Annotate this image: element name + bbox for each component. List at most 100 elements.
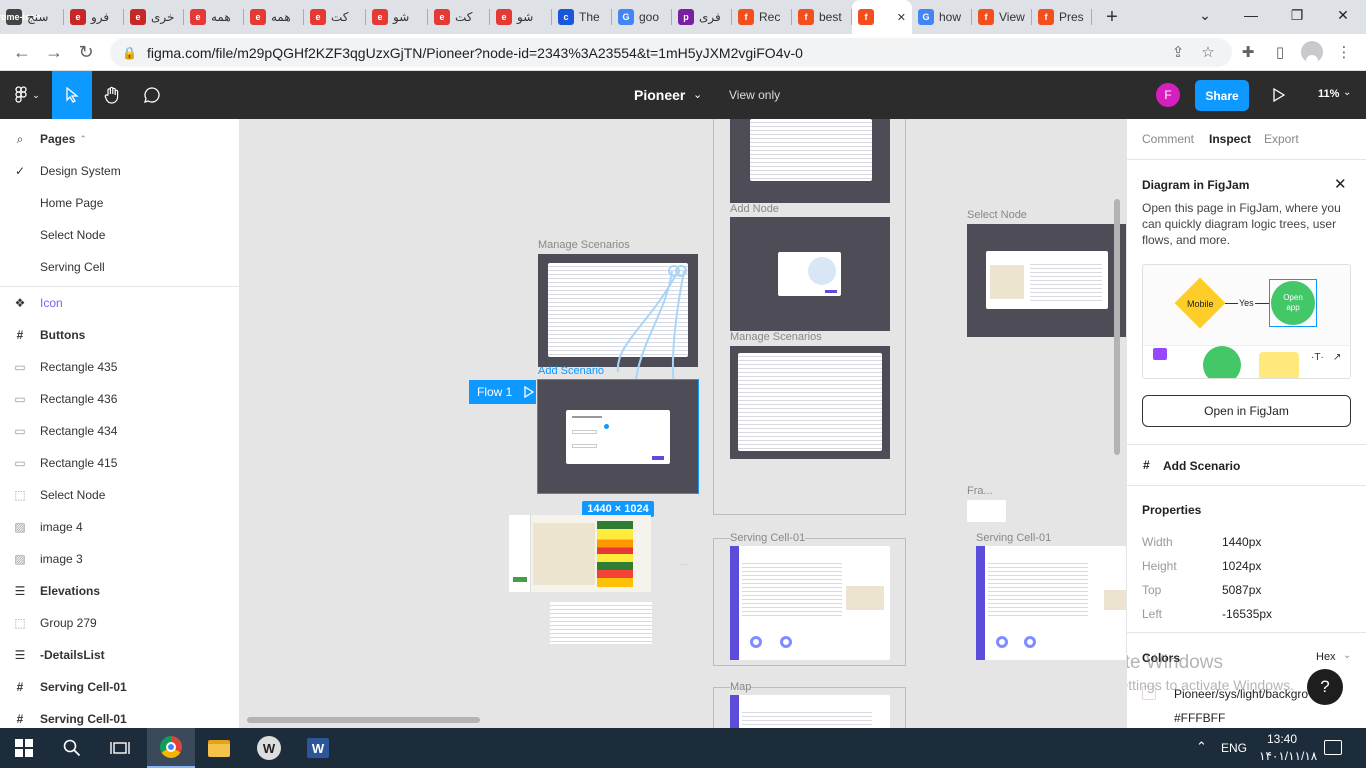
- browser-tab[interactable]: f View: [972, 0, 1032, 34]
- close-tab-icon[interactable]: ✕: [897, 11, 906, 24]
- extensions-icon[interactable]: ✚: [1236, 40, 1260, 64]
- profile-icon[interactable]: [1300, 40, 1324, 64]
- help-button[interactable]: ?: [1307, 669, 1343, 705]
- side-panel-icon[interactable]: ▯: [1268, 40, 1292, 64]
- browser-tab[interactable]: e همه: [184, 0, 244, 34]
- browser-tab[interactable]: Ghow: [912, 0, 972, 34]
- browser-tab[interactable]: e کت: [428, 0, 490, 34]
- layer-item[interactable]: ⬚ Group 279: [0, 607, 239, 639]
- map-frame[interactable]: [730, 695, 890, 728]
- layer-item[interactable]: ▭ Rectangle 434: [0, 415, 239, 447]
- page-item[interactable]: Serving Cell: [0, 251, 239, 283]
- present-play-icon[interactable]: [1266, 71, 1292, 119]
- manage-scenarios-frame[interactable]: [730, 346, 890, 459]
- chevron-down-icon[interactable]: ⌄: [1343, 87, 1351, 98]
- tab-inspect[interactable]: Inspect: [1209, 132, 1251, 146]
- chevron-down-icon[interactable]: ⌄: [1343, 650, 1351, 661]
- chrome-menu-icon[interactable]: ⋮: [1332, 40, 1356, 64]
- browser-tab[interactable]: e فرو: [64, 0, 124, 34]
- reload-icon[interactable]: ↻: [70, 36, 102, 68]
- serving-cell-frame[interactable]: [976, 546, 1126, 660]
- notification-icon[interactable]: [1324, 740, 1342, 755]
- chrome-taskbar-icon[interactable]: [147, 728, 195, 768]
- share-button[interactable]: Share: [1195, 80, 1249, 111]
- close-window-button[interactable]: ✕: [1320, 0, 1366, 30]
- close-icon[interactable]: ✕: [1334, 175, 1347, 193]
- back-icon[interactable]: ←: [6, 36, 38, 68]
- layer-item[interactable]: ❖ Icon: [0, 287, 239, 319]
- move-tool-icon[interactable]: [52, 71, 92, 119]
- forward-icon[interactable]: →: [38, 36, 70, 68]
- vertical-scrollbar[interactable]: [1114, 199, 1120, 455]
- browser-tab[interactable]: e شو: [366, 0, 428, 34]
- windows-start-icon[interactable]: [0, 728, 48, 768]
- zoom-level[interactable]: 11%: [1318, 88, 1339, 100]
- browser-tab[interactable]: e کت: [304, 0, 366, 34]
- browser-tab[interactable]: chrome-iconسنج: [0, 0, 64, 34]
- browser-tab[interactable]: f best: [792, 0, 852, 34]
- horizontal-scrollbar[interactable]: [247, 717, 480, 723]
- layer-item[interactable]: ▭ Rectangle 415: [0, 447, 239, 479]
- frame-label[interactable]: Serving Cell-01: [730, 532, 806, 544]
- minimize-button[interactable]: —: [1228, 0, 1274, 30]
- frame-label[interactable]: Add Node: [730, 203, 779, 215]
- layer-item[interactable]: # Serving Cell-01: [0, 671, 239, 703]
- serving-cell-frame[interactable]: [730, 546, 890, 660]
- share-page-icon[interactable]: ⇪: [1166, 40, 1190, 64]
- frame-label[interactable]: Serving Cell-01: [976, 532, 1051, 544]
- comment-tool-icon[interactable]: [132, 71, 172, 119]
- hand-tool-icon[interactable]: [92, 71, 132, 119]
- tab-export[interactable]: Export: [1264, 132, 1299, 146]
- page-item[interactable]: ✓ Design System: [0, 155, 239, 187]
- layer-item[interactable]: ▨ image 4: [0, 511, 239, 543]
- layer-item[interactable]: ▨ image 3: [0, 543, 239, 575]
- layer-item[interactable]: ☰ -DetailsList: [0, 639, 239, 671]
- tab-search-icon[interactable]: ⌄: [1182, 0, 1228, 30]
- clock-date[interactable]: ۱۴۰۱/۱۱/۱۸: [1259, 749, 1317, 763]
- file-explorer-icon[interactable]: [195, 728, 243, 768]
- select-node-frame-top[interactable]: [730, 119, 890, 203]
- page-item[interactable]: Home Page: [0, 187, 239, 219]
- chevron-up-icon[interactable]: ⌃: [1196, 739, 1207, 755]
- app-w-icon[interactable]: W: [245, 728, 293, 768]
- search-icon[interactable]: [48, 728, 96, 768]
- color-format-select[interactable]: Hex: [1316, 651, 1336, 663]
- word-icon[interactable]: W: [294, 728, 342, 768]
- file-title[interactable]: Pioneer: [634, 87, 685, 103]
- tab-comment[interactable]: Comment: [1142, 132, 1194, 146]
- layer-item[interactable]: ☰ Elevations: [0, 575, 239, 607]
- layer-item[interactable]: # Buttons: [0, 319, 239, 351]
- flow-starting-point[interactable]: Flow 1: [469, 380, 536, 404]
- chevron-up-icon[interactable]: ⌃: [79, 134, 87, 145]
- layer-item[interactable]: ▭ Rectangle 436: [0, 383, 239, 415]
- open-in-figjam-button[interactable]: Open in FigJam: [1142, 395, 1351, 427]
- page-item[interactable]: Select Node: [0, 219, 239, 251]
- frame-label[interactable]: Map: [730, 681, 752, 693]
- frame-label[interactable]: Manage Scenarios: [730, 331, 822, 343]
- language-indicator[interactable]: ENG: [1221, 741, 1247, 755]
- browser-tab[interactable]: p فری: [672, 0, 732, 34]
- frame-label[interactable]: Manage Scenarios: [538, 239, 630, 251]
- new-tab-button[interactable]: +: [1098, 3, 1126, 31]
- chevron-down-icon[interactable]: ⌄: [693, 88, 702, 101]
- clock-time[interactable]: 13:40: [1267, 732, 1297, 746]
- frame-label[interactable]: Fra...: [967, 485, 993, 497]
- restore-button[interactable]: ❐: [1274, 0, 1320, 30]
- avatar[interactable]: F: [1156, 83, 1180, 107]
- add-node-frame[interactable]: [730, 217, 890, 331]
- layer-item[interactable]: # Serving Cell-01: [0, 703, 239, 728]
- browser-tab[interactable]: f ✕: [852, 0, 912, 34]
- pages-header[interactable]: ⌕ Pages ⌃: [0, 123, 239, 155]
- browser-tab[interactable]: Ggoo: [612, 0, 672, 34]
- frame-thumbnail[interactable]: [967, 500, 1006, 522]
- figma-menu-icon[interactable]: ⌄: [4, 71, 48, 119]
- frame-label[interactable]: Add Scenario: [538, 365, 604, 377]
- add-scenario-frame[interactable]: [537, 379, 699, 494]
- address-bar[interactable]: 🔒 figma.com/file/m29pQGHf2KZF3qgUzxGjTN/…: [110, 38, 1232, 67]
- browser-tab[interactable]: e همه: [244, 0, 304, 34]
- layer-item[interactable]: ▭ Rectangle 435: [0, 351, 239, 383]
- search-icon[interactable]: ⌕: [0, 132, 40, 147]
- browser-tab[interactable]: c The: [552, 0, 612, 34]
- task-view-icon[interactable]: [96, 728, 144, 768]
- select-node-frame[interactable]: [967, 224, 1126, 337]
